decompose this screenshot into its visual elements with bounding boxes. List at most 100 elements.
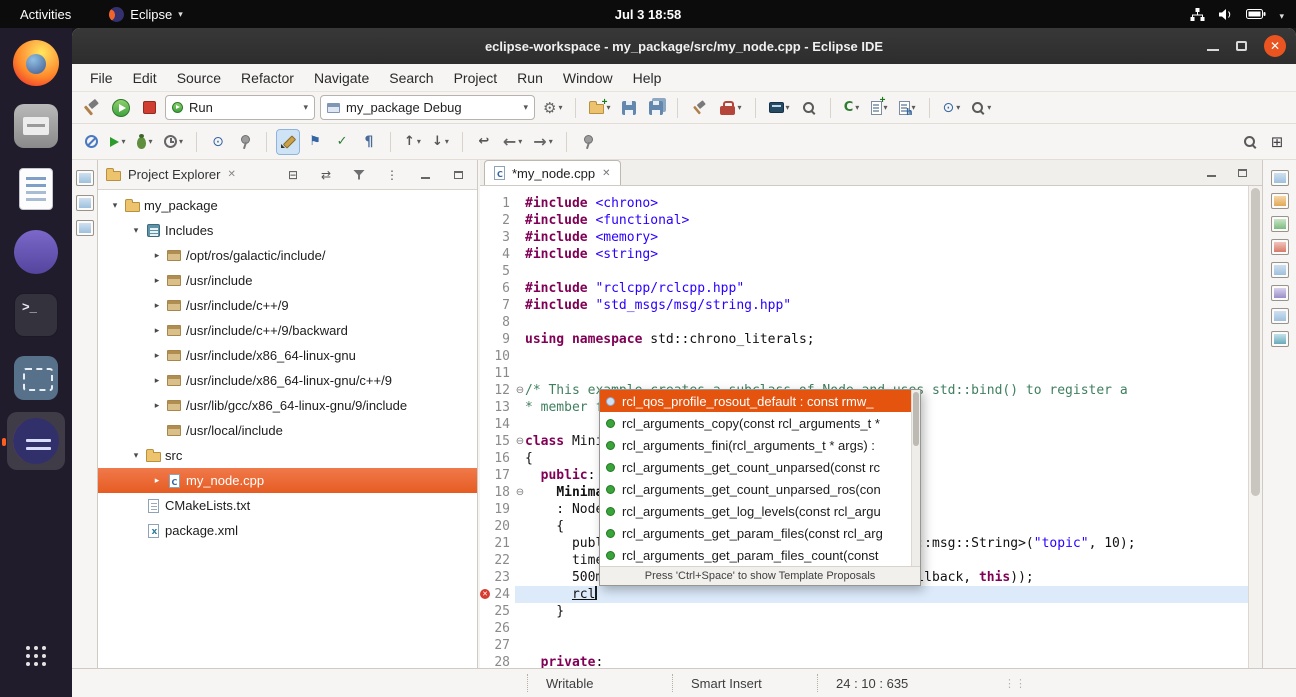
completion-item[interactable]: rcl_arguments_get_param_files(const rcl_… [600,522,920,544]
menu-run[interactable]: Run [507,67,553,89]
tab-project-explorer[interactable]: Project Explorer ✕ [106,167,236,182]
problems-view-icon[interactable] [1271,239,1289,255]
tab-my_node-cpp[interactable]: *my_node.cpp ✕ [484,160,621,185]
previous-annotation-dropdown[interactable]: ↑▾ [401,130,424,154]
maximize-view-icon[interactable] [447,163,469,187]
minimize-view-icon[interactable] [414,163,436,187]
popup-scrollbar-thumb[interactable] [913,392,919,446]
tree-item[interactable]: ▸/usr/include/c++/9/backward [98,318,477,343]
snippets-shortcut-icon[interactable] [76,220,94,236]
line-marker-ruler[interactable] [480,552,489,569]
menu-project[interactable]: Project [444,67,508,89]
last-edit-location-icon[interactable]: ↩ [473,130,495,154]
completion-item[interactable]: rcl_arguments_get_count_unparsed(const r… [600,456,920,478]
battery-icon[interactable] [1246,8,1266,20]
menu-file[interactable]: File [80,67,123,89]
menu-help[interactable]: Help [623,67,672,89]
insert-mode-status[interactable]: Smart Insert [672,674,817,692]
code-text[interactable] [525,348,1248,365]
menu-window[interactable]: Window [553,67,623,89]
editor-scrollbar[interactable] [1248,186,1262,668]
tree-item[interactable]: ▾my_package [98,193,477,218]
code-text[interactable]: #include <string> [525,246,1248,263]
c-cpp-perspective-icon[interactable]: ⊞ [1266,130,1288,154]
minimize-editor-icon[interactable] [1200,161,1222,185]
code-text[interactable] [525,620,1248,637]
close-icon[interactable]: ✕ [602,168,610,179]
chevron-collapsed-icon[interactable]: ▸ [150,251,164,261]
line-marker-ruler[interactable] [480,229,489,246]
line-marker-ruler[interactable] [480,280,489,297]
external-tools-dropdown[interactable]: ▾ [717,96,744,120]
line-marker-ruler[interactable] [480,501,489,518]
window-maximize-button[interactable] [1236,41,1247,51]
chevron-collapsed-icon[interactable]: ▸ [150,376,164,386]
line-marker-ruler[interactable] [480,246,489,263]
open-console-dropdown[interactable]: ▾ [766,96,793,120]
save-all-icon[interactable] [645,96,667,120]
window-title-bar[interactable]: eclipse-workspace - my_package/src/my_no… [72,28,1296,64]
files-dock-item[interactable] [7,97,65,155]
tree-item[interactable]: CMakeLists.txt [98,493,477,518]
chevron-expanded-icon[interactable]: ▾ [108,201,122,211]
code-text[interactable]: #include <chrono> [525,195,1248,212]
code-text[interactable]: private: [525,654,1248,668]
code-text[interactable]: #include "std_msgs/msg/string.hpp" [525,297,1248,314]
fold-collapse-icon[interactable]: ⊖ [515,382,525,399]
pin-editor-icon[interactable] [577,130,599,154]
line-marker-ruler[interactable]: ✕ [480,586,489,603]
scrollbar-thumb[interactable] [1251,188,1260,496]
menu-search[interactable]: Search [379,67,443,89]
line-marker-ruler[interactable] [480,263,489,280]
line-marker-ruler[interactable] [480,331,489,348]
code-text[interactable] [525,314,1248,331]
network-icon[interactable] [1190,8,1205,21]
search-menu-dropdown[interactable]: ▾ [968,96,994,120]
completion-item[interactable]: rcl_arguments_get_count_unparsed_ros(con [600,478,920,500]
code-text[interactable]: rcl [525,586,1248,603]
tree-item[interactable]: ▸/usr/include/x86_64-linux-gnu [98,343,477,368]
restore-panel-icon[interactable] [76,170,94,186]
volume-icon[interactable] [1218,8,1233,21]
firefox-dock-item[interactable] [7,34,65,92]
run-history-dropdown[interactable]: ▾ [107,130,129,154]
line-marker-ruler[interactable] [480,620,489,637]
line-marker-ruler[interactable] [480,518,489,535]
tree-item[interactable]: ▸/usr/include [98,268,477,293]
build-all-icon[interactable] [688,96,712,120]
code-text[interactable]: using namespace std::chrono_literals; [525,331,1248,348]
new-file-dropdown[interactable]: ▾ [868,96,891,120]
open-type-dropdown[interactable]: ⊙▾ [940,96,964,120]
line-marker-ruler[interactable] [480,450,489,467]
chevron-collapsed-icon[interactable]: ▸ [150,476,164,486]
line-marker-ruler[interactable] [480,569,489,586]
menu-navigate[interactable]: Navigate [304,67,379,89]
menu-refactor[interactable]: Refactor [231,67,304,89]
completion-item[interactable]: rcl_arguments_get_param_files_count(cons… [600,544,920,566]
chevron-expanded-icon[interactable]: ▾ [129,226,143,236]
line-marker-ruler[interactable] [480,365,489,382]
code-text[interactable]: #include <memory> [525,229,1248,246]
menu-caret-icon[interactable]: ▾ [1279,7,1284,22]
project-explorer-shortcut-icon[interactable] [76,195,94,211]
chevron-expanded-icon[interactable]: ▾ [129,451,143,461]
call-hierarchy-view-icon[interactable] [1271,331,1289,347]
menu-edit[interactable]: Edit [123,67,167,89]
console-view-icon[interactable] [1271,262,1289,278]
tree-item[interactable]: ▸/opt/ros/galactic/include/ [98,243,477,268]
skip-breakpoints-icon[interactable] [80,130,102,154]
activities-button[interactable]: Activities [14,5,77,24]
line-marker-ruler[interactable] [480,416,489,433]
back-dropdown[interactable]: ←▾ [500,130,525,154]
line-marker-ruler[interactable] [480,467,489,484]
completion-item[interactable]: rcl_arguments_copy(const rcl_arguments_t… [600,412,920,434]
line-marker-ruler[interactable] [480,654,489,668]
line-marker-ruler[interactable] [480,637,489,654]
filter-icon[interactable] [348,163,370,187]
app-menu-button[interactable]: Eclipse ▾ [103,5,188,24]
stop-button[interactable] [138,96,160,120]
pin-view-icon[interactable] [234,130,256,154]
line-marker-ruler[interactable] [480,484,489,501]
mark-occurrences-toggle[interactable] [277,130,299,154]
completion-item[interactable]: rcl_arguments_fini(rcl_arguments_t * arg… [600,434,920,456]
